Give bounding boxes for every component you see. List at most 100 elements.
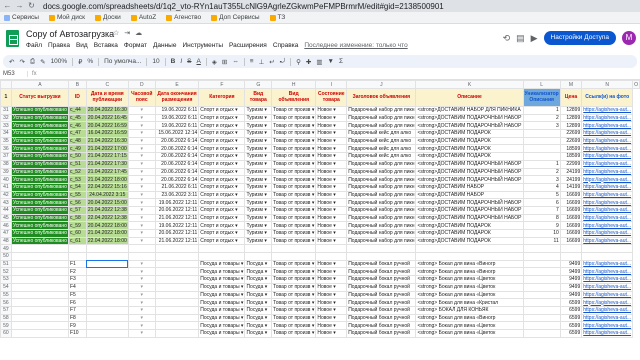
title-cell[interactable]: Подарочный набор для пикн xyxy=(346,159,417,169)
status-cell[interactable] xyxy=(10,244,69,254)
photo-link-cell[interactable]: https://agisheva-aut... xyxy=(581,121,634,131)
column-header[interactable]: D xyxy=(127,80,156,89)
wrap-icon[interactable]: ↵ xyxy=(269,58,274,66)
type-cell[interactable]: Туризм ▾ xyxy=(244,167,273,177)
status-cell[interactable] xyxy=(10,259,69,269)
category-cell[interactable]: Спорт и отдых ▾ xyxy=(198,205,246,215)
price-cell[interactable]: 22699 xyxy=(559,136,583,146)
status-cell[interactable]: Успешно опубликовано xyxy=(10,159,69,169)
category-cell[interactable]: Спорт и отдых ▾ xyxy=(198,113,246,123)
type-cell[interactable]: Туризм ▾ xyxy=(244,136,273,146)
condition-cell[interactable]: Новое ▾ xyxy=(315,267,348,277)
date-cell[interactable] xyxy=(85,282,129,292)
uniquizer-cell[interactable]: 3 xyxy=(522,121,561,131)
condition-cell[interactable]: Новое ▾ xyxy=(315,136,348,146)
title-cell[interactable]: Подарочный бокал ручной xyxy=(346,267,417,277)
date-cell[interactable]: 20.04.2022 16:45 xyxy=(85,113,129,123)
end-date-cell[interactable]: 20.06.2022 6:14 xyxy=(154,136,200,146)
id-cell[interactable]: c_49 xyxy=(67,144,87,154)
price-cell[interactable]: 24199 xyxy=(559,167,583,177)
price-cell[interactable] xyxy=(559,244,583,254)
header-cell[interactable]: Заголовок объявления xyxy=(346,88,417,107)
timezone-dropdown[interactable]: ▾ xyxy=(127,106,156,115)
timezone-dropdown[interactable]: ▾ xyxy=(127,298,156,307)
header-cell[interactable]: Цена xyxy=(559,88,583,107)
uniquizer-cell[interactable] xyxy=(522,259,561,269)
price-cell[interactable]: 16699 xyxy=(559,190,583,200)
condition-cell[interactable]: Новое ▾ xyxy=(315,175,348,184)
id-cell[interactable]: F5 xyxy=(67,290,87,300)
column-header[interactable]: G xyxy=(244,80,273,89)
price-cell[interactable]: 6599 xyxy=(559,321,583,330)
row-number[interactable]: 36 xyxy=(0,144,12,154)
row-number[interactable]: 40 xyxy=(0,175,12,184)
price-cell[interactable]: 6599 xyxy=(559,298,583,307)
type-cell[interactable]: Туризм ▾ xyxy=(244,113,273,123)
photo-link-cell[interactable]: https://agisheva-aut... xyxy=(581,175,634,184)
functions-icon[interactable]: Σ xyxy=(339,58,343,65)
row-number[interactable]: 39 xyxy=(0,167,12,177)
comment-add-icon[interactable]: ✚ xyxy=(306,58,311,66)
end-date-cell[interactable]: 23.06.2022 3:11 xyxy=(154,190,200,200)
timezone-dropdown[interactable]: ▾ xyxy=(127,328,156,338)
category-cell[interactable]: Посуда и товары ▾ xyxy=(198,259,246,269)
star-icon[interactable]: ☆ xyxy=(113,29,119,37)
title-cell[interactable]: Подарочный набор для пикн xyxy=(346,167,417,177)
photo-link-cell[interactable]: https://agisheva-aut... xyxy=(581,321,634,330)
timezone-dropdown[interactable]: ▾ xyxy=(127,182,156,192)
status-cell[interactable]: Успешно опубликовано xyxy=(10,229,69,238)
date-cell[interactable]: 21.04.2022 18:00 xyxy=(85,175,129,184)
price-cell[interactable]: 24199 xyxy=(559,175,583,184)
title-cell[interactable]: Подарочный бокал ручной xyxy=(346,328,417,338)
menu-item[interactable]: Формат xyxy=(124,42,147,49)
row-number[interactable]: 43 xyxy=(0,198,12,207)
condition-cell[interactable]: Новое ▾ xyxy=(315,205,348,215)
title-cell[interactable]: Подарочный кейс для алко xyxy=(346,144,417,154)
price-cell[interactable]: 9499 xyxy=(559,275,583,284)
status-cell[interactable]: Успешно опубликовано xyxy=(10,113,69,123)
reload-icon[interactable]: ↻ xyxy=(27,0,36,12)
status-cell[interactable]: Успешно опубликовано xyxy=(10,213,69,223)
uniquizer-cell[interactable]: 3 xyxy=(522,175,561,184)
condition-cell[interactable]: Новое ▾ xyxy=(315,190,348,200)
timezone-dropdown[interactable]: ▾ xyxy=(127,190,156,200)
id-cell[interactable]: c_46 xyxy=(67,121,87,131)
title-cell[interactable]: Подарочный набор для пикн xyxy=(346,182,417,192)
header-cell[interactable]: Часовой пояс xyxy=(127,88,156,107)
description-cell[interactable]: <strong>ДОСТАВИМ ПОДАРОК xyxy=(415,236,524,246)
status-cell[interactable]: Успешно опубликовано xyxy=(10,205,69,215)
move-icon[interactable]: ⇥ xyxy=(124,29,130,37)
condition-cell[interactable]: Новое ▾ xyxy=(315,159,348,169)
description-cell[interactable] xyxy=(415,244,524,254)
type-cell[interactable]: Посуда ▾ xyxy=(244,282,273,292)
title-cell[interactable]: Подарочный набор для пикн xyxy=(346,113,417,123)
type-cell[interactable]: Посуда ▾ xyxy=(244,298,273,307)
ad-type-cell[interactable]: Товар от произв ▾ xyxy=(271,159,317,169)
category-cell[interactable]: Спорт и отдых ▾ xyxy=(198,229,246,238)
type-cell[interactable] xyxy=(244,244,273,254)
type-cell[interactable]: Посуда ▾ xyxy=(244,313,273,323)
end-date-cell[interactable] xyxy=(154,290,200,300)
date-cell[interactable] xyxy=(85,267,129,277)
status-cell[interactable] xyxy=(10,328,69,338)
type-cell[interactable]: Туризм ▾ xyxy=(244,152,273,161)
column-header[interactable]: M xyxy=(559,80,583,89)
uniquizer-cell[interactable] xyxy=(522,129,561,138)
end-date-cell[interactable]: 20.06.2022 6:14 xyxy=(154,159,200,169)
category-cell[interactable]: Посуда и товары ▾ xyxy=(198,275,246,284)
status-cell[interactable]: Успешно опубликовано xyxy=(10,152,69,161)
type-cell[interactable]: Туризм ▾ xyxy=(244,198,273,207)
description-cell[interactable]: <strong>ДОСТАВИМ ПОДАРОЧНЫЙ НАБОР xyxy=(415,213,524,223)
uniquizer-cell[interactable] xyxy=(522,267,561,277)
description-cell[interactable]: <strong> Бокал для вина «Цветок xyxy=(415,328,524,338)
description-cell[interactable]: <strong>ДОСТАВИМ ПОДАРОЧНЫЙ НАБОР xyxy=(415,113,524,123)
date-cell[interactable] xyxy=(85,244,129,254)
date-cell[interactable] xyxy=(85,252,129,261)
title-cell[interactable]: Подарочный кейс для алко xyxy=(346,136,417,146)
photo-link-cell[interactable]: https://agisheva-aut... xyxy=(581,236,634,246)
uniquizer-cell[interactable]: 8 xyxy=(522,213,561,223)
photo-link-cell[interactable]: https://agisheva-aut... xyxy=(581,159,634,169)
font-select[interactable]: По умолча... xyxy=(104,58,141,65)
bookmark-item[interactable]: AutoZ xyxy=(130,14,156,21)
condition-cell[interactable]: Новое ▾ xyxy=(315,106,348,115)
